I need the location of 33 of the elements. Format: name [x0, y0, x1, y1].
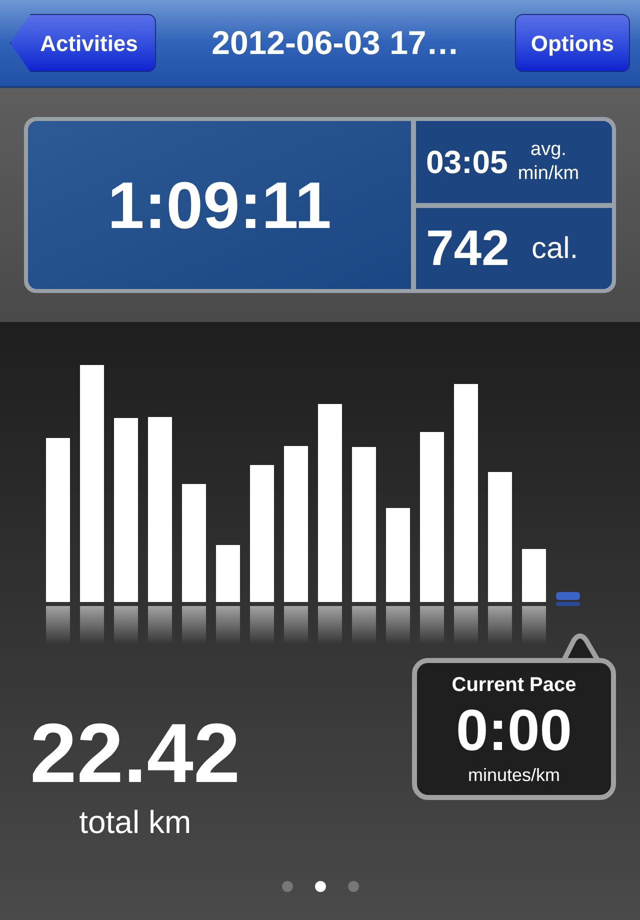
bar-reflection	[46, 606, 70, 644]
bar-reflection	[284, 606, 308, 644]
screen-title: 2012-06-03 17…	[212, 23, 460, 64]
bar-reflection	[352, 606, 376, 644]
calories-value: 742	[426, 218, 510, 278]
duration-value: 1:09:11	[108, 166, 332, 244]
bar-reflection	[250, 606, 274, 644]
options-button[interactable]: Options	[514, 14, 630, 72]
back-button[interactable]: Activities	[10, 14, 156, 72]
pace-value: 03:05	[426, 142, 508, 182]
bar-reflection	[114, 606, 138, 644]
bar-reflection	[420, 606, 444, 644]
bar-reflection	[318, 606, 342, 644]
pace-unit: min/km	[518, 162, 580, 186]
bar-reflection	[148, 606, 172, 644]
current-bar	[556, 592, 580, 600]
bar-reflection	[522, 606, 546, 644]
bar-reflection	[216, 606, 240, 644]
distance-unit: total km	[79, 803, 192, 842]
bar-reflection	[80, 606, 104, 644]
current-pace-unit: minutes/km	[468, 764, 560, 786]
pace-unit: avg.	[530, 138, 566, 162]
bar-reflection	[386, 606, 410, 644]
current-pace-label: Current Pace	[452, 672, 576, 698]
chart-bar	[522, 549, 546, 602]
chart-bar	[216, 545, 240, 602]
bar-reflection	[182, 606, 206, 644]
current-pace-value: 0:00	[456, 700, 572, 762]
calories-unit: cal.	[531, 230, 578, 267]
bar-reflection	[454, 606, 478, 644]
distance-value: 22.42	[30, 708, 240, 798]
bar-reflection	[556, 602, 580, 606]
bar-reflection	[488, 606, 512, 644]
